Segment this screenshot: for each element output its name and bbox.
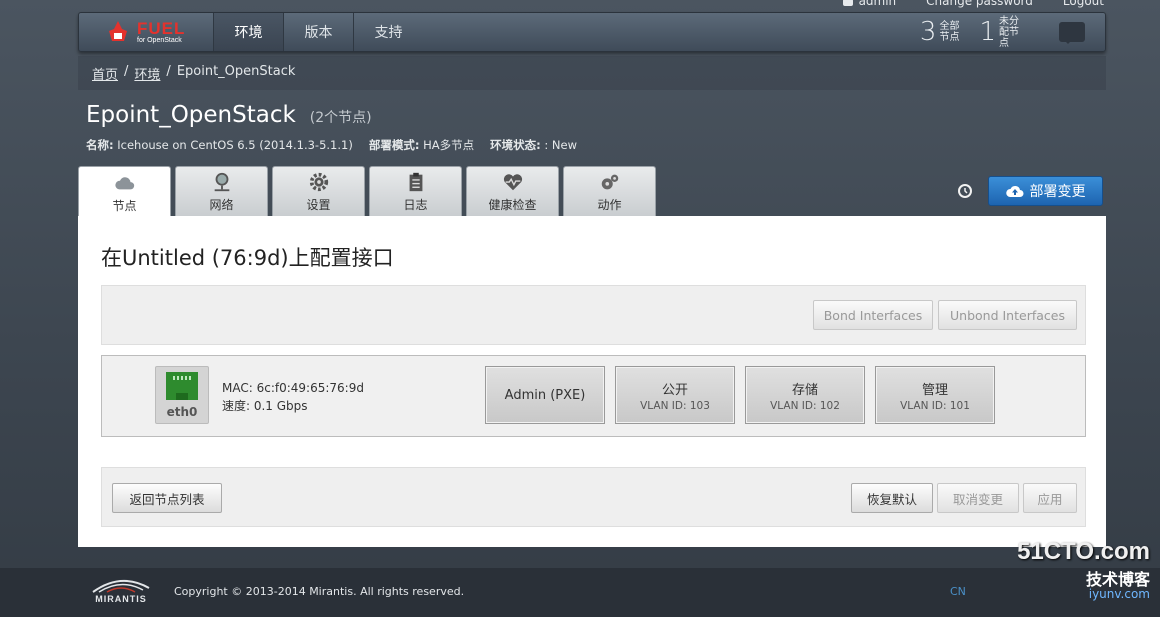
cloud-icon <box>114 172 136 194</box>
tab-label: 日志 <box>403 198 428 212</box>
bond-interfaces-button[interactable]: Bond Interfaces <box>813 300 933 330</box>
status-label: 环境状态: <box>490 138 541 152</box>
network-vlan: VLAN ID: 103 <box>640 399 710 412</box>
status-value: : New <box>544 138 577 152</box>
node-count: (2个节点) <box>309 110 372 126</box>
nav-tab-releases[interactable]: 版本 <box>283 13 353 51</box>
notifications-icon[interactable] <box>1059 22 1085 44</box>
ethernet-port-icon <box>166 372 198 400</box>
interface-config-panel: 在Untitled (76:9d)上配置接口 Bond Interfaces U… <box>78 216 1106 547</box>
logo-subtitle: for OpenStack <box>137 37 182 44</box>
ethernet-port: eth0 <box>155 366 209 424</box>
user-links: admin Change password Logout <box>842 0 1104 8</box>
network-public[interactable]: 公开 VLAN ID: 103 <box>615 366 735 424</box>
mirantis-logo-text: MIRANTIS <box>95 594 147 604</box>
tab-actions[interactable]: 动作 <box>563 166 656 216</box>
total-nodes-stat[interactable]: 3 全部节点 <box>920 17 966 47</box>
network-vlan: VLAN ID: 102 <box>770 399 840 412</box>
unbond-interfaces-button[interactable]: Unbond Interfaces <box>938 300 1077 330</box>
user-icon <box>842 0 853 6</box>
network-name: 公开 <box>661 382 688 398</box>
interface-row: eth0 MAC: 6c:f0:49:65:76:9d 速度: 0.1 Gbps… <box>101 355 1086 437</box>
network-management[interactable]: 管理 VLAN ID: 101 <box>875 366 995 424</box>
interface-mac: MAC: 6c:f0:49:65:76:9d <box>222 381 364 395</box>
tab-label: 网络 <box>209 198 234 212</box>
tab-label: 健康检查 <box>488 198 537 212</box>
breadcrumb-environments[interactable]: 环境 <box>134 64 160 83</box>
unallocated-nodes-count: 1 <box>979 17 996 47</box>
language-switch[interactable]: CN <box>950 585 966 598</box>
clipboard-icon <box>405 171 427 193</box>
total-nodes-count: 3 <box>919 17 937 47</box>
copyright: Copyright © 2013-2014 Mirantis. All righ… <box>174 585 465 598</box>
top-navbar: FUEL for OpenStack 环境 版本 支持 3 全部节点 1 未分配… <box>78 12 1106 52</box>
network-name: 管理 <box>921 382 948 398</box>
watermark-domain: iyunv.com <box>1088 587 1150 601</box>
release-label: 名称: <box>86 138 114 152</box>
watermark-blog: 技术博客 <box>1085 570 1150 589</box>
network-vlan: VLAN ID: 101 <box>900 399 970 412</box>
actions-toolbar: 返回节点列表 恢复默认 取消变更 应用 <box>101 467 1086 527</box>
network-storage[interactable]: 存储 VLAN ID: 102 <box>745 366 865 424</box>
apply-button[interactable]: 应用 <box>1023 483 1077 513</box>
cloud-upload-icon <box>1005 185 1023 197</box>
breadcrumb-separator: / <box>166 64 171 79</box>
deploy-changes-button[interactable]: 部署变更 <box>988 176 1103 206</box>
user-menu[interactable]: admin <box>842 0 897 8</box>
interface-speed: 速度: 0.1 Gbps <box>222 399 308 413</box>
tab-health-check[interactable]: 健康检查 <box>466 166 559 216</box>
cogs-icon <box>599 171 621 193</box>
back-to-node-list-button[interactable]: 返回节点列表 <box>112 483 222 513</box>
nav-tab-environments[interactable]: 环境 <box>213 13 283 51</box>
footer: MIRANTIS Copyright © 2013-2014 Mirantis.… <box>0 568 1160 617</box>
fuel-logo[interactable]: FUEL for OpenStack <box>79 13 213 51</box>
watermark-site: 51CTO.com <box>1017 538 1150 565</box>
history-icon[interactable] <box>957 183 973 199</box>
breadcrumb-separator: / <box>124 64 129 79</box>
heartbeat-icon <box>502 171 524 193</box>
cluster-tabs: 节点 网络 设置 日志 健康检查 动作 <box>78 166 656 217</box>
cluster-name: Epoint_OpenStack <box>86 102 296 128</box>
network-icon <box>211 171 233 193</box>
panel-title: 在Untitled (76:9d)上配置接口 <box>101 246 394 270</box>
gear-icon <box>308 171 330 193</box>
logo-title: FUEL <box>137 19 186 38</box>
breadcrumb-current: Epoint_OpenStack <box>176 64 296 79</box>
breadcrumb: 首页 / 环境 / Epoint_OpenStack <box>92 64 295 83</box>
release-value: Icehouse on CentOS 6.5 (2014.1.3-5.1.1) <box>117 138 353 152</box>
unallocated-nodes-label: 未分配节点 <box>999 15 1019 49</box>
load-defaults-button[interactable]: 恢复默认 <box>851 483 933 513</box>
interface-info: MAC: 6c:f0:49:65:76:9d 速度: 0.1 Gbps <box>222 379 364 415</box>
interface-name: eth0 <box>166 405 198 419</box>
fuel-logo-icon <box>105 19 131 45</box>
tab-nodes[interactable]: 节点 <box>78 166 171 217</box>
deploy-changes-label: 部署变更 <box>1029 184 1086 200</box>
cancel-changes-button[interactable]: 取消变更 <box>937 483 1019 513</box>
logout-link[interactable]: Logout <box>1063 0 1104 8</box>
username: admin <box>858 0 897 8</box>
network-admin-pxe[interactable]: Admin (PXE) <box>485 366 605 424</box>
tab-settings[interactable]: 设置 <box>272 166 365 216</box>
network-name: 存储 <box>791 382 818 398</box>
tab-label: 节点 <box>112 199 137 213</box>
tab-label: 动作 <box>597 198 622 212</box>
total-nodes-label: 全部节点 <box>939 21 960 43</box>
nav-tab-support[interactable]: 支持 <box>353 13 423 51</box>
mode-label: 部署模式: <box>368 138 420 152</box>
bond-toolbar: Bond Interfaces Unbond Interfaces <box>101 285 1086 345</box>
cluster-meta: 名称: Icehouse on CentOS 6.5 (2014.1.3-5.1… <box>86 137 577 153</box>
mirantis-logo-icon <box>92 580 150 593</box>
mirantis-logo[interactable]: MIRANTIS <box>90 576 152 604</box>
tab-logs[interactable]: 日志 <box>369 166 462 216</box>
breadcrumb-home[interactable]: 首页 <box>92 64 118 83</box>
tab-network[interactable]: 网络 <box>175 166 268 216</box>
network-name: Admin (PXE) <box>504 387 586 403</box>
unallocated-nodes-stat[interactable]: 1 未分配节点 <box>979 16 1025 49</box>
page-title: Epoint_OpenStack (2个节点) <box>86 102 372 128</box>
mode-value: HA多节点 <box>423 138 475 152</box>
change-password-link[interactable]: Change password <box>926 0 1033 8</box>
watermark: 51CTO.com 技术博客 iyunv.com <box>1017 538 1150 601</box>
tab-label: 设置 <box>306 198 331 212</box>
